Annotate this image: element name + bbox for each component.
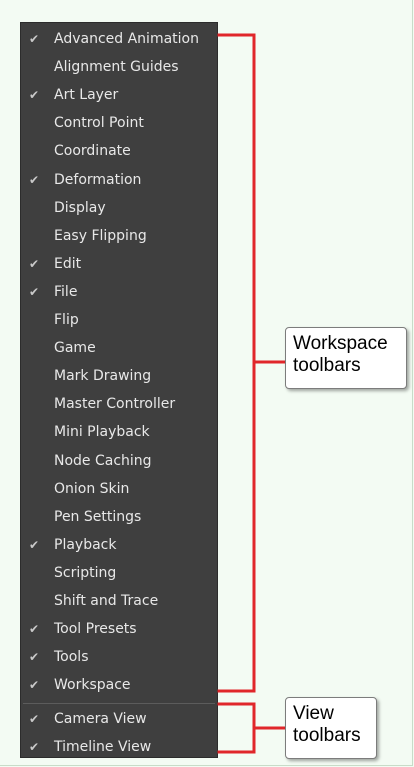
view-toolbars-callout: View toolbars <box>285 697 377 759</box>
callout-line: toolbars <box>293 725 361 746</box>
workspace-bracket <box>217 33 256 693</box>
callout-line: toolbars <box>293 355 361 376</box>
callout-line: Workspace <box>293 333 388 354</box>
workspace-toolbars-callout: Workspace toolbars <box>285 327 407 389</box>
view-bracket <box>217 702 256 754</box>
callout-line: View <box>293 703 334 724</box>
